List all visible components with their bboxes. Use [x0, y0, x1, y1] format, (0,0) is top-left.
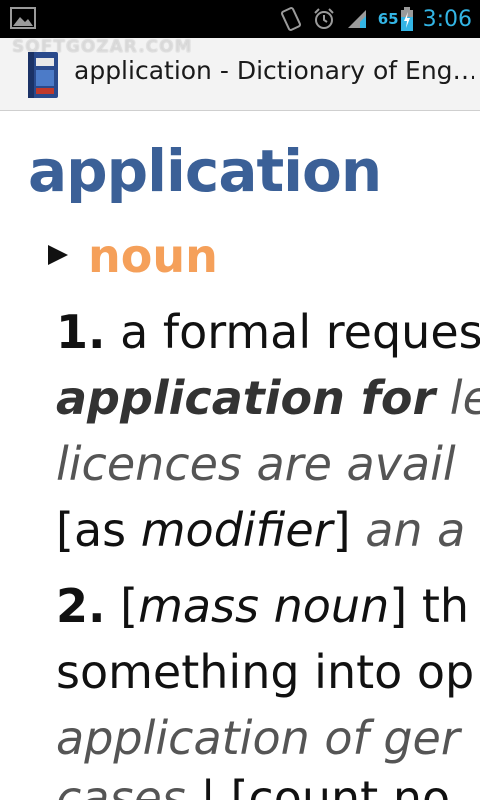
grammar-note-partial: [count no: [230, 771, 451, 800]
picture-notification-icon: [10, 7, 36, 29]
bracket-close: ]: [332, 503, 351, 557]
sense2-line3: application of ger: [56, 711, 460, 765]
status-bar: 65 3:06: [0, 0, 480, 38]
sense1-line1: 1. a formal reques: [56, 305, 480, 359]
sense1-text: a formal reques: [120, 305, 480, 359]
sense2-number: 2.: [56, 579, 106, 633]
sense2-line1: 2. [mass noun] th: [56, 579, 469, 633]
dictionary-book-icon[interactable]: [24, 50, 62, 100]
sense1-modifier-example: an a: [365, 503, 466, 557]
sense2-line4: cases | [count no: [56, 771, 450, 800]
alarm-icon: [312, 7, 336, 31]
sense1-line4: [as modifier] an a: [56, 503, 465, 557]
sense2-line2: something into op: [56, 645, 474, 699]
sense1-example: le: [449, 371, 480, 425]
battery-charging-icon: [400, 7, 413, 31]
headword: application: [28, 137, 382, 205]
bracket-close: ]: [389, 579, 408, 633]
sense1-line3: licences are avail: [56, 437, 456, 491]
separator: |: [200, 771, 216, 800]
clock: 3:06: [422, 6, 472, 32]
status-icons: 65 3:06: [280, 0, 472, 38]
sense1-line2: application for le: [56, 371, 480, 425]
part-of-speech: noun: [88, 229, 218, 283]
bracket-open: [: [120, 579, 139, 633]
sense2-text-cont: something into op: [56, 645, 475, 699]
grammar-note: modifier: [140, 503, 333, 557]
sense1-phrase: application for: [56, 371, 436, 425]
signal-icon: [346, 8, 368, 30]
window-title: application - Dictionary of Eng…: [74, 56, 474, 85]
entry-content: application noun 1. a formal reques appl…: [0, 111, 480, 800]
sense1-example-cont: licences are avail: [56, 437, 456, 491]
sense2-text: th: [421, 579, 470, 633]
rotation-icon: [280, 6, 302, 32]
expand-arrow-icon[interactable]: [48, 245, 68, 265]
action-bar: SOFTGOZAR.COM application - Dictionary o…: [0, 37, 480, 111]
sense2-example: application of ger: [56, 711, 460, 765]
bracket-open: [as: [56, 503, 141, 557]
sense2-example-cont: cases: [56, 771, 186, 800]
battery-level: 65: [377, 10, 399, 28]
grammar-note: mass noun: [138, 579, 390, 633]
sense1-number: 1.: [56, 305, 106, 359]
